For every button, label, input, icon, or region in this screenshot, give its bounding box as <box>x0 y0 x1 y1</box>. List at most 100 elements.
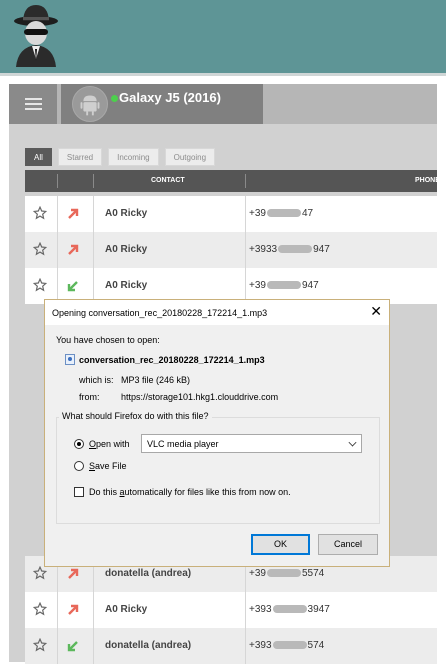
table-row[interactable]: A0 Ricky +393 3947 <box>25 592 437 628</box>
phone-suffix: 574 <box>307 640 325 651</box>
outgoing-call-arrow-icon <box>68 244 79 255</box>
column-divider <box>93 628 94 664</box>
column-divider <box>245 196 246 232</box>
filter-tab-all[interactable]: All <box>25 148 52 166</box>
file-name: conversation_rec_20180228_172214_1.mp3 <box>79 355 265 365</box>
column-divider <box>57 628 58 664</box>
save-file-label[interactable]: Save File <box>89 461 127 471</box>
open-file-dialog: Opening conversation_rec_20180228_172214… <box>44 299 390 567</box>
save-file-label-rest: ave File <box>95 461 127 471</box>
device-avatar <box>72 86 108 122</box>
chevron-down-icon <box>348 438 357 447</box>
file-type-value: MP3 file (246 kB) <box>121 375 191 385</box>
phone-number: +39 47 <box>249 208 313 219</box>
open-with-radio[interactable] <box>74 439 84 449</box>
star-icon[interactable] <box>33 206 47 220</box>
filter-tab-incoming[interactable]: Incoming <box>108 148 159 166</box>
column-header-contact[interactable]: CONTACT <box>151 177 185 184</box>
phone-redaction <box>266 209 301 218</box>
android-icon <box>80 95 100 116</box>
incoming-call-arrow-icon <box>67 281 78 292</box>
star-icon[interactable] <box>33 638 47 652</box>
hamburger-menu-button[interactable] <box>9 84 57 124</box>
contact-name: donatella (andrea) <box>105 568 192 579</box>
table-row[interactable]: donatella (andrea) +393 574 <box>25 628 437 664</box>
column-divider <box>57 196 58 232</box>
filter-tab-outgoing[interactable]: Outgoing <box>164 148 216 166</box>
application-select[interactable]: VLC media player <box>141 434 362 453</box>
incoming-call-arrow-icon <box>67 641 78 652</box>
dialog-title: Opening conversation_rec_20180228_172214… <box>52 308 268 318</box>
phone-prefix: +393 <box>249 604 272 615</box>
auto-action-label-pre: Do this <box>89 487 120 497</box>
column-header-phone[interactable]: PHONE <box>415 177 440 184</box>
contact-name: A0 Ricky <box>105 280 148 291</box>
auto-action-label[interactable]: Do this automatically for files like thi… <box>89 487 291 497</box>
table-row[interactable]: A0 Ricky +3933 947 <box>25 232 437 268</box>
open-with-accesskey: O <box>89 439 97 449</box>
star-icon[interactable] <box>33 242 47 256</box>
device-name: Galaxy J5 (2016) <box>119 90 221 105</box>
column-divider <box>57 232 58 268</box>
phone-prefix: +3933 <box>249 244 278 255</box>
phone-redaction <box>272 641 307 650</box>
phone-redaction <box>266 569 301 578</box>
phone-suffix: 947 <box>301 280 319 291</box>
auto-action-label-post: utomatically for files like this from no… <box>124 487 291 497</box>
application-select-value: VLC media player <box>147 439 219 449</box>
audio-file-icon <box>65 354 75 365</box>
auto-action-checkbox[interactable] <box>74 487 84 497</box>
star-icon[interactable] <box>33 602 47 616</box>
open-with-label-rest: pen with <box>96 439 130 449</box>
table-row[interactable]: A0 Ricky +39 47 <box>25 196 437 232</box>
contact-name: A0 Ricky <box>105 604 148 615</box>
filter-tab-starred[interactable]: Starred <box>57 148 103 166</box>
save-file-radio[interactable] <box>74 461 84 471</box>
phone-redaction <box>272 605 307 614</box>
online-status-dot <box>111 95 118 102</box>
spy-avatar-icon <box>14 5 58 67</box>
contact-name: donatella (andrea) <box>105 640 192 651</box>
star-icon[interactable] <box>33 278 47 292</box>
phone-number: +3933 947 <box>249 244 330 255</box>
device-tab[interactable]: Galaxy J5 (2016) <box>61 84 263 124</box>
action-group-legend: What should Firefox do with this file? <box>59 411 212 421</box>
column-divider <box>93 592 94 628</box>
column-divider <box>57 592 58 628</box>
outgoing-call-arrow-icon <box>68 208 79 219</box>
phone-prefix: +39 <box>249 568 266 579</box>
column-divider <box>93 196 94 232</box>
outgoing-call-arrow-icon <box>68 604 79 615</box>
contact-name: A0 Ricky <box>105 208 148 219</box>
phone-number: +393 3947 <box>249 604 330 615</box>
calls-table-header: CONTACT PHONE <box>25 170 440 192</box>
open-with-label[interactable]: Open with <box>89 439 130 449</box>
banner-divider <box>0 73 446 76</box>
phone-suffix: 47 <box>301 208 314 219</box>
contact-name: A0 Ricky <box>105 244 148 255</box>
phone-number: +39 5574 <box>249 568 324 579</box>
star-icon[interactable] <box>33 566 47 580</box>
ok-button[interactable]: OK <box>251 534 310 555</box>
close-icon[interactable]: ✕ <box>370 304 382 318</box>
column-divider <box>245 232 246 268</box>
file-source-label: from: <box>79 392 100 402</box>
column-divider <box>93 232 94 268</box>
phone-number: +393 574 <box>249 640 324 651</box>
phone-suffix: 5574 <box>301 568 325 579</box>
phone-number: +39 947 <box>249 280 319 291</box>
phone-prefix: +393 <box>249 640 272 651</box>
phone-prefix: +39 <box>249 280 266 291</box>
dialog-titlebar: Opening conversation_rec_20180228_172214… <box>45 300 389 325</box>
app-banner <box>0 0 446 73</box>
chosen-to-open-text: You have chosen to open: <box>56 335 160 345</box>
device-bar: Galaxy J5 (2016) <box>9 84 437 124</box>
filter-tabs: All Starred Incoming Outgoing <box>25 148 216 166</box>
column-divider <box>245 628 246 664</box>
outgoing-call-arrow-icon <box>68 568 79 579</box>
column-divider <box>245 592 246 628</box>
phone-redaction <box>278 245 313 254</box>
phone-suffix: 3947 <box>307 604 330 615</box>
phone-suffix: 947 <box>313 244 330 255</box>
cancel-button[interactable]: Cancel <box>318 534 378 555</box>
